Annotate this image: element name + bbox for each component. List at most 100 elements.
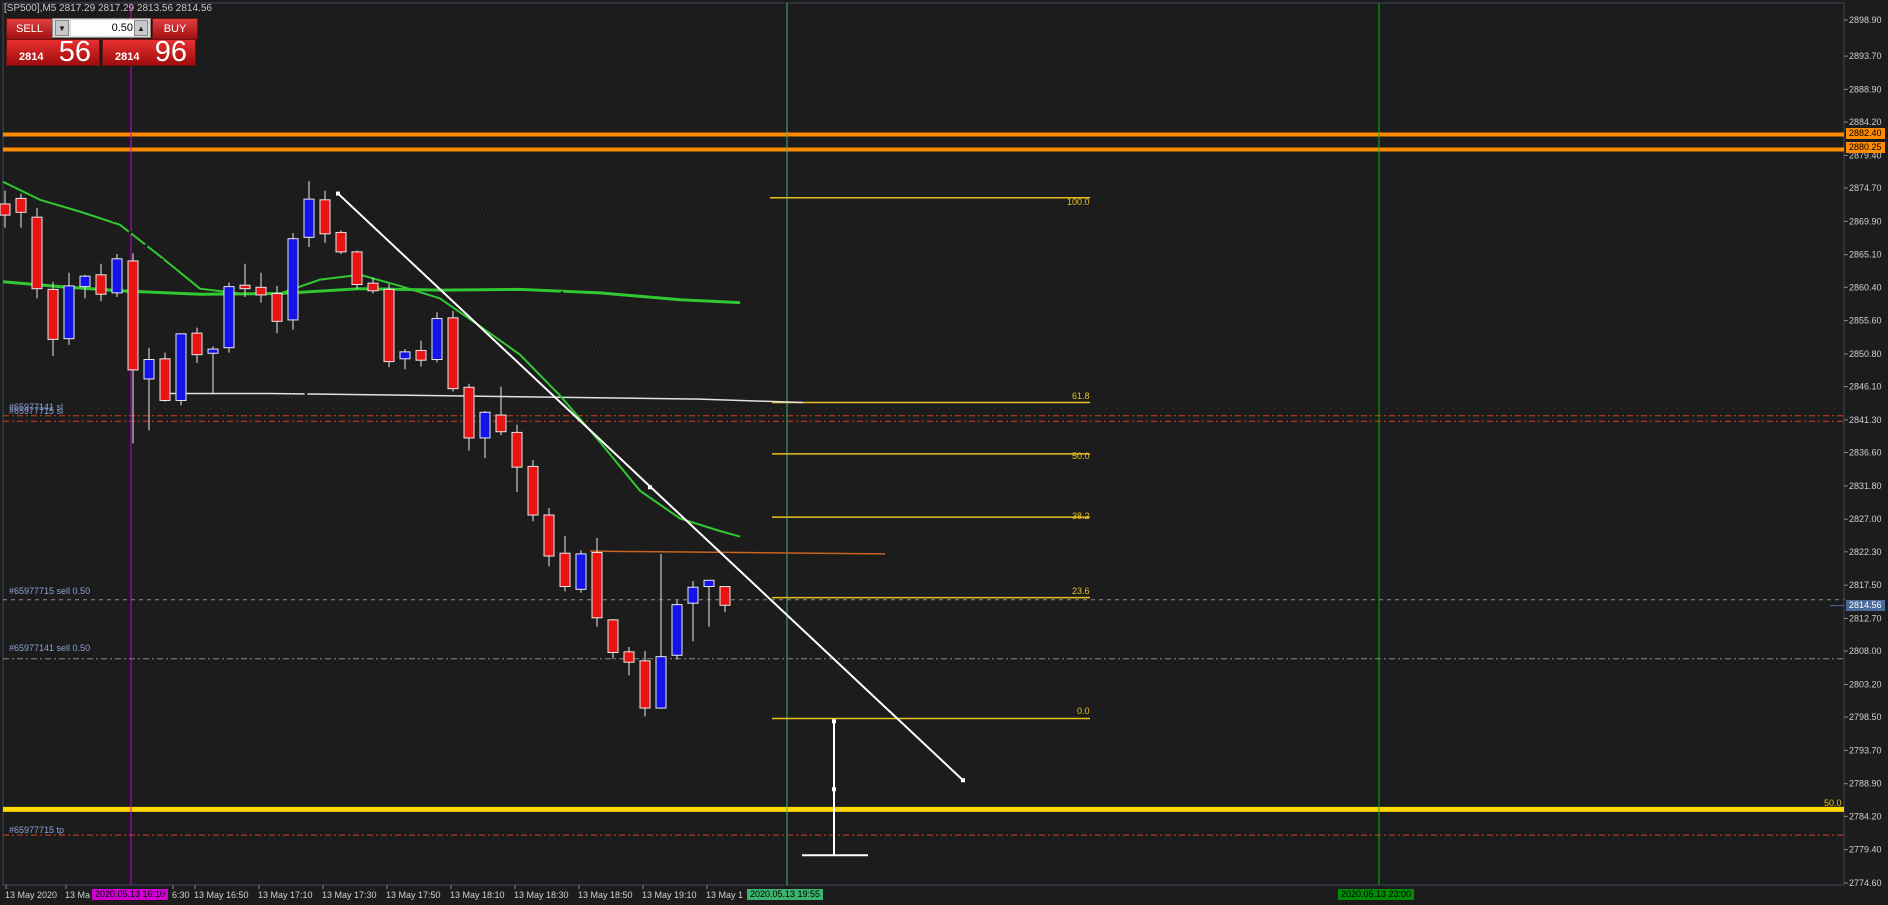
buy-price-display[interactable]: 2814 96 xyxy=(102,36,196,68)
candle-body xyxy=(687,586,699,604)
candle-body xyxy=(527,465,539,516)
triangle-up-icon[interactable]: ▲ xyxy=(134,20,148,36)
time-axis-label: 13 May 17:10 xyxy=(258,890,313,900)
candle-body xyxy=(607,619,619,653)
support-line-label: 50.0 xyxy=(1824,798,1842,808)
lot-size-field[interactable]: ▼ ▲ xyxy=(52,18,151,38)
candle-body xyxy=(351,251,363,286)
candle-body xyxy=(319,199,331,235)
candle-body xyxy=(479,411,491,439)
candle-body xyxy=(175,333,187,401)
candle-body xyxy=(703,579,715,588)
chart-area[interactable]: 2898.90 2893.70 2888.90 2884.20 2879.40 2874.… xyxy=(0,0,1888,905)
order-label-sl: #65977715 sl xyxy=(9,406,64,416)
fib-level-label: 61.8 xyxy=(1072,391,1090,401)
price-axis-label: 2774.60 xyxy=(1849,878,1882,888)
price-axis-label: 2827.00 xyxy=(1849,514,1882,524)
sell-price-display[interactable]: 2814 56 xyxy=(6,36,100,68)
sell-price-prefix: 2814 xyxy=(19,51,44,63)
time-tag-cursor: 2020.05.13 19:55 xyxy=(747,889,824,900)
price-axis-label: 2836.60 xyxy=(1849,448,1882,458)
parabolic-sar-dot xyxy=(64,184,68,189)
price-chart[interactable]: 2898.902893.702888.902884.202879.402874.… xyxy=(0,0,1888,905)
parabolic-sar-dot xyxy=(400,186,404,190)
time-tag-right: 2020.05.13 23:00 xyxy=(1338,889,1415,900)
order-label-tp: #65977715 tp xyxy=(9,825,65,835)
price-axis-label: 2822.30 xyxy=(1849,547,1882,557)
parabolic-sar-dot xyxy=(720,703,724,707)
fib-level-label: 0.0 xyxy=(1077,706,1090,716)
candle-body xyxy=(239,284,251,290)
candle-body xyxy=(223,286,235,349)
price-axis-label: 2860.40 xyxy=(1849,282,1882,292)
candle-body xyxy=(591,552,603,619)
candle-body xyxy=(47,288,59,340)
candle-body xyxy=(15,197,27,213)
trendline-anchor-handle xyxy=(961,778,965,783)
time-axis-label: 13 May 18:10 xyxy=(450,890,505,900)
time-tag-magenta: 2020.05.13 16:10 xyxy=(92,889,169,900)
moving-average-fast xyxy=(2,180,741,538)
trendline-mid-handle xyxy=(648,485,652,490)
price-axis-label: 2803.20 xyxy=(1849,679,1882,689)
price-axis-label: 2812.70 xyxy=(1849,613,1882,623)
parabolic-sar-dot xyxy=(32,164,36,168)
parabolic-sar-dot xyxy=(144,243,148,248)
candle-body xyxy=(447,317,459,390)
parabolic-sar-dot xyxy=(736,697,740,701)
candle-body xyxy=(207,348,219,354)
price-axis-label: 2855.60 xyxy=(1849,316,1882,326)
parabolic-sar-dot xyxy=(528,251,532,255)
measure-handle xyxy=(832,719,836,724)
price-axis-label: 2869.90 xyxy=(1849,216,1882,226)
parabolic-sar-dot xyxy=(256,405,260,410)
candle-body xyxy=(671,604,683,656)
parabolic-sar-dot xyxy=(464,204,468,208)
price-axis-label: 2808.00 xyxy=(1849,646,1882,656)
parabolic-sar-dot xyxy=(96,206,100,210)
sell-button[interactable]: SELL xyxy=(6,18,53,40)
price-axis-label: 2865.10 xyxy=(1849,250,1882,260)
candle-body xyxy=(639,660,651,709)
candle-body xyxy=(255,286,267,296)
candle-body xyxy=(335,231,347,253)
candle-body xyxy=(383,288,395,363)
parabolic-sar-dot xyxy=(224,411,228,415)
price-axis-label: 2884.20 xyxy=(1849,117,1882,127)
price-axis-label: 2793.70 xyxy=(1849,745,1882,755)
price-axis-label: 2888.90 xyxy=(1849,84,1882,94)
sell-price-pips: 56 xyxy=(58,36,91,68)
candle-body xyxy=(511,431,523,468)
parabolic-sar-dot xyxy=(112,218,116,223)
time-axis-label: 13 May 2020 xyxy=(5,890,57,900)
price-axis-label: 2893.70 xyxy=(1849,51,1882,61)
time-axis-label: 13 Ma xyxy=(65,890,90,900)
price-axis-label: 2798.50 xyxy=(1849,712,1882,722)
horizontal-trendline xyxy=(160,392,804,404)
parabolic-sar-dot xyxy=(704,707,708,712)
buy-price-pips: 96 xyxy=(154,36,187,68)
triangle-down-icon[interactable]: ▼ xyxy=(55,20,69,36)
parabolic-sar-dot xyxy=(416,189,420,193)
candle-body xyxy=(159,358,171,401)
parabolic-sar-dot xyxy=(480,213,484,217)
lot-size-input[interactable] xyxy=(71,20,135,36)
parabolic-sar-dot xyxy=(320,384,324,389)
candle-body xyxy=(31,216,43,290)
candle-body xyxy=(399,351,411,360)
candle-body xyxy=(191,332,203,356)
candle-body xyxy=(127,260,139,371)
parabolic-sar-dot xyxy=(512,237,516,241)
parabolic-sar-dot xyxy=(496,224,500,228)
candle-body xyxy=(543,514,555,557)
parabolic-sar-dot xyxy=(544,270,548,274)
parabolic-sar-dot xyxy=(448,197,452,201)
parabolic-sar-dot xyxy=(592,343,596,347)
parabolic-sar-dot xyxy=(128,230,132,235)
candle-body xyxy=(63,285,75,340)
time-axis-label: 13 May 17:30 xyxy=(322,890,377,900)
order-label-sell: #65977141 sell 0.50 xyxy=(9,643,91,653)
price-axis-label: 2788.90 xyxy=(1849,779,1882,789)
price-axis-label: 2898.90 xyxy=(1849,15,1882,25)
fib-level-label: 100.0 xyxy=(1067,197,1090,207)
